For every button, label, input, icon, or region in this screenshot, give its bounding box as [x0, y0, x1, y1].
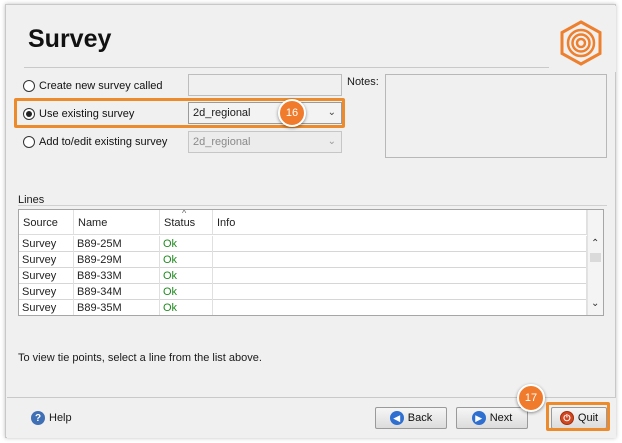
table-row[interactable]: Survey B89-25M Ok [19, 236, 587, 252]
cell-name: B89-35M [74, 300, 160, 315]
callout-badge-17: 17 [517, 384, 545, 412]
cell-status: Ok [160, 252, 213, 268]
table-row[interactable]: Survey B89-29M Ok [19, 252, 587, 268]
column-header-status[interactable]: ^ Status [160, 210, 213, 235]
create-survey-option[interactable]: Create new survey called [23, 77, 163, 95]
column-header-name[interactable]: Name [74, 210, 160, 235]
create-survey-radio[interactable] [23, 80, 35, 92]
cell-name: B89-25M [74, 236, 160, 252]
cell-source: Survey [19, 284, 74, 300]
header: Survey [7, 6, 616, 72]
cell-source: Survey [19, 252, 74, 268]
sort-caret-icon: ^ [182, 209, 187, 218]
scroll-down-icon[interactable]: ⌄ [591, 298, 599, 309]
cell-status: Ok [160, 300, 213, 315]
help-link[interactable]: ? Help [31, 411, 72, 425]
column-header-source[interactable]: Source [19, 210, 74, 235]
cell-source: Survey [19, 268, 74, 284]
column-header-info[interactable]: Info [213, 210, 587, 235]
help-icon: ? [31, 411, 45, 425]
add-edit-survey-label: Add to/edit existing survey [39, 136, 168, 148]
cell-status: Ok [160, 268, 213, 284]
header-divider [24, 67, 549, 68]
cell-info [213, 284, 587, 300]
cell-status: Ok [160, 284, 213, 300]
cell-info [213, 252, 587, 268]
column-header-status-label: Status [164, 217, 196, 229]
cell-info [213, 300, 587, 315]
cell-name: B89-33M [74, 268, 160, 284]
notes-label: Notes: [347, 76, 379, 88]
cell-name: B89-34M [74, 284, 160, 300]
table-row[interactable]: Survey B89-33M Ok [19, 268, 587, 284]
cell-source: Survey [19, 300, 74, 315]
add-edit-survey-option[interactable]: Add to/edit existing survey [23, 133, 167, 151]
lines-table: Source Name ^ Status Info Survey B89-25M… [18, 209, 604, 316]
callout-badge-16: 16 [278, 99, 306, 127]
next-label: Next [489, 412, 513, 424]
back-label: Back [407, 412, 433, 424]
edit-survey-value: 2d_regional [193, 136, 251, 148]
callout-highlight-frame [546, 402, 610, 431]
new-survey-name-input[interactable] [188, 74, 342, 96]
add-edit-survey-radio[interactable] [23, 136, 35, 148]
cell-info [213, 268, 587, 284]
page-title: Survey [28, 25, 112, 53]
create-survey-label: Create new survey called [39, 80, 163, 92]
cell-name: B89-29M [74, 252, 160, 268]
survey-dialog: Survey Create new survey called Use exis… [5, 4, 616, 438]
edit-survey-select: 2d_regional ⌄ [188, 131, 342, 153]
scroll-up-icon[interactable]: ⌃ [591, 238, 599, 249]
hexagon-rings-logo-icon [560, 20, 602, 66]
table-row[interactable]: Survey B89-34M Ok [19, 284, 587, 300]
table-row[interactable]: Survey B89-35M Ok [19, 300, 587, 315]
lines-scrollbar[interactable]: ⌃ ⌄ [587, 210, 603, 315]
cell-info [213, 236, 587, 252]
cell-source: Survey [19, 236, 74, 252]
chevron-down-icon: ⌄ [327, 136, 336, 147]
tie-points-instructions: To view tie points, select a line from t… [18, 352, 262, 364]
lines-divider [18, 205, 607, 206]
cell-status: Ok [160, 236, 213, 252]
scroll-thumb[interactable] [590, 253, 601, 262]
notes-textarea[interactable] [385, 74, 607, 158]
back-button[interactable]: ◀ Back [375, 407, 447, 429]
help-label: Help [49, 412, 72, 424]
next-arrow-icon: ▶ [471, 411, 486, 425]
next-button[interactable]: ▶ Next [456, 407, 528, 429]
back-arrow-icon: ◀ [389, 411, 404, 425]
